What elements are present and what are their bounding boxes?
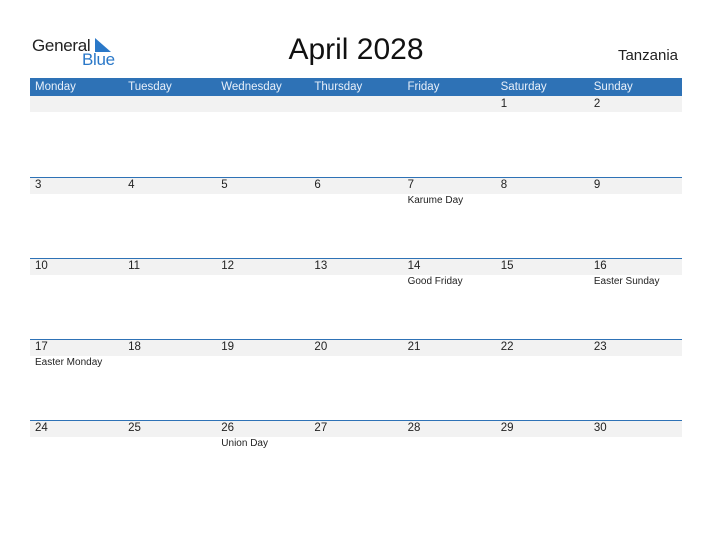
holiday-label: Karume Day [407,195,464,206]
day-cell: 8 [496,177,589,257]
week-row: 3 4 5 6 7 Karume Day 8 9 [30,177,682,257]
day-cell [309,96,402,176]
day-number: 4 [128,179,135,191]
day-cell: 6 [309,177,402,257]
day-cell: 15 [496,258,589,338]
day-cell: 3 [30,177,123,257]
day-number: 17 [35,341,48,353]
day-cell: 11 [123,258,216,338]
holiday-label: Easter Monday [35,357,103,368]
day-cell: 28 [403,420,496,500]
day-number: 8 [500,179,508,191]
day-number: 9 [593,179,601,191]
day-number: 10 [35,260,48,272]
day-number: 1 [500,98,508,110]
day-cell: 4 [123,177,216,257]
day-cell: 13 [309,258,402,338]
day-number: 30 [593,422,607,434]
weekday-monday: Monday [35,81,76,93]
weekday-tuesday: Tuesday [128,81,172,93]
day-cell: 1 [496,96,589,176]
week-row: 17 Easter Monday 18 19 20 21 22 23 [30,339,682,419]
day-cell: 20 [309,339,402,419]
day-cell [403,96,496,176]
day-number: 19 [221,341,235,353]
day-cell: 18 [123,339,216,419]
day-cell: 24 [30,420,123,500]
day-cell: 12 [216,258,309,338]
day-number: 5 [221,179,228,191]
day-cell: 27 [309,420,402,500]
weekday-saturday: Saturday [500,81,547,93]
day-cell: 26 Union Day [216,420,309,500]
holiday-label: Good Friday [407,276,463,287]
day-cell: 19 [216,339,309,419]
weekday-header: Monday Tuesday Wednesday Thursday Friday… [30,78,682,96]
weekday-friday: Friday [407,81,440,93]
day-number: 2 [593,98,601,110]
day-cell [216,96,309,176]
day-number: 14 [407,260,421,272]
day-cell: 16 Easter Sunday [589,258,682,338]
day-cell: 23 [589,339,682,419]
day-number: 26 [221,422,235,434]
day-number: 27 [314,422,328,434]
day-cell: 30 [589,420,682,500]
day-number: 24 [35,422,48,434]
day-cell: 25 [123,420,216,500]
day-cell: 7 Karume Day [403,177,496,257]
day-cell: 22 [496,339,589,419]
day-number: 21 [407,341,421,353]
day-number: 15 [500,260,514,272]
holiday-label: Easter Sunday [593,276,660,287]
week-row: 24 25 26 Union Day 27 28 29 30 [30,420,682,500]
weekday-thursday: Thursday [314,81,363,93]
day-number: 28 [407,422,421,434]
day-number: 29 [500,422,514,434]
country-label: Tanzania [617,47,678,64]
calendar-title: April 2028 [288,33,424,66]
day-cell: 21 [403,339,496,419]
day-number: 3 [35,179,42,191]
week-row: 10 11 12 13 14 Good Friday 15 16 Easter Sunday [30,258,682,338]
day-number: 22 [500,341,514,353]
day-number: 12 [221,260,235,272]
day-cell: 29 [496,420,589,500]
day-number: 25 [128,422,141,434]
day-number: 11 [128,260,141,272]
day-cell [123,96,216,176]
day-number: 18 [128,341,141,353]
day-cell: 5 [216,177,309,257]
day-cell: 9 [589,177,682,257]
day-number: 16 [593,260,607,272]
weekday-wednesday: Wednesday [221,81,282,93]
day-number: 7 [407,179,414,191]
day-cell: 2 [589,96,682,176]
day-number: 23 [593,341,607,353]
day-cell [30,96,123,176]
day-cell: 14 Good Friday [403,258,496,338]
holiday-label: Union Day [221,438,268,449]
week-row: 12 [30,96,682,176]
weekday-sunday: Sunday [593,81,633,93]
day-number: 13 [314,260,328,272]
day-number: 6 [314,179,321,191]
day-cell: 10 [30,258,123,338]
day-number: 20 [314,341,328,353]
day-cell: 17 Easter Monday [30,339,123,419]
